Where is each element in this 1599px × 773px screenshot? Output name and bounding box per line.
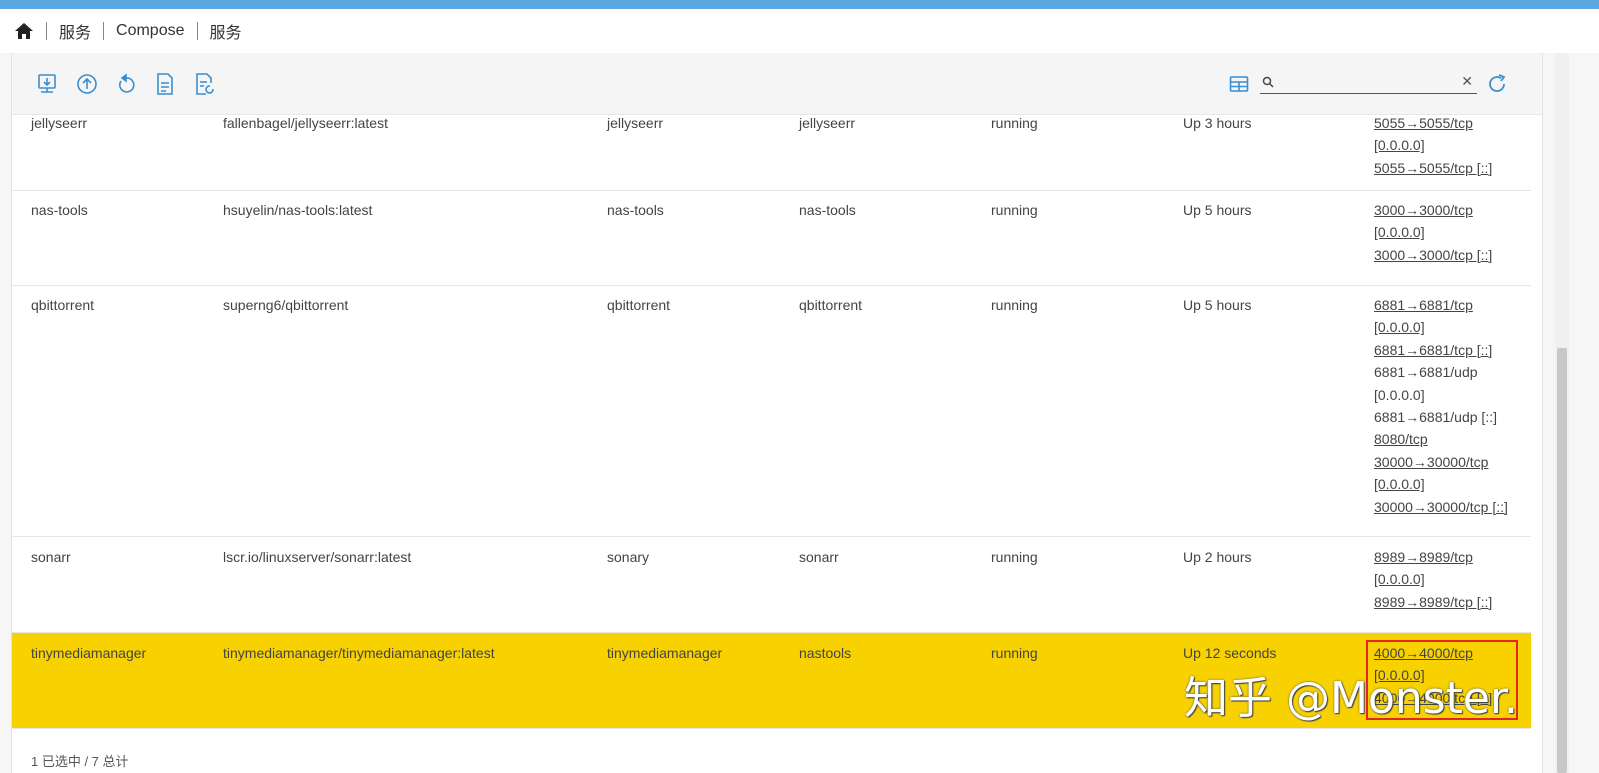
breadcrumb-separator xyxy=(46,22,47,40)
port-link[interactable]: [0.0.0.0] xyxy=(1374,568,1492,590)
port-link[interactable]: 8080/tcp xyxy=(1374,428,1508,450)
port-text: [0.0.0.0] xyxy=(1374,386,1425,403)
cell-state: running xyxy=(991,115,1038,131)
breadcrumb-item-services[interactable]: 服务 xyxy=(59,19,91,43)
cell-image: hsuyelin/nas-tools:latest xyxy=(223,202,373,218)
port-link[interactable]: 3000→3000/tcp [::] xyxy=(1374,244,1492,266)
refresh-icon[interactable] xyxy=(1486,73,1508,95)
cell-service: jellyseerr xyxy=(607,115,664,131)
cell-state: running xyxy=(991,549,1038,565)
table-row[interactable]: nas-tools hsuyelin/nas-tools:latest nas-to… xyxy=(12,190,1531,286)
search-input[interactable] xyxy=(1280,72,1450,92)
cell-name: nas-tools xyxy=(31,202,88,218)
breadcrumb-separator xyxy=(196,22,198,40)
cell-status: Up 2 hours xyxy=(1183,549,1252,565)
search-box: ✕ xyxy=(1260,72,1477,94)
port-link[interactable]: [0.0.0.0] xyxy=(1374,473,1508,495)
cell-state: running xyxy=(991,645,1038,661)
top-accent-bar xyxy=(0,0,1599,9)
cell-status: Up 5 hours xyxy=(1183,297,1252,313)
port-link[interactable]: 8989→8989/tcp xyxy=(1374,546,1492,568)
cell-state: running xyxy=(991,297,1038,313)
clear-icon[interactable]: ✕ xyxy=(1461,73,1473,90)
cell-service: nas-tools xyxy=(607,202,664,218)
cell-state: running xyxy=(991,202,1038,218)
cell-project: jellyseerr xyxy=(799,115,856,131)
cell-service: qbittorrent xyxy=(607,297,671,313)
pull-icon[interactable] xyxy=(36,73,58,95)
cell-service: tinymediamanager xyxy=(607,645,723,661)
cell-ports: 6881→6881/tcp [0.0.0.0] 6881→6881/tcp [::]… xyxy=(1374,294,1508,518)
cell-project: sonarr xyxy=(799,549,839,565)
cell-status: Up 12 seconds xyxy=(1183,645,1277,661)
table-footer: 1 已选中 / 7 总计 xyxy=(12,733,1542,773)
cell-project: qbittorrent xyxy=(799,297,863,313)
port-text: 6881→6881/udp xyxy=(1374,364,1478,381)
up-arrow-circle-icon[interactable] xyxy=(76,73,98,95)
port-link[interactable]: [0.0.0.0] xyxy=(1374,316,1508,338)
cell-image: fallenbagel/jellyseerr:latest xyxy=(223,115,388,131)
restart-icon[interactable] xyxy=(115,73,137,95)
cell-image: superng6/qbittorrent xyxy=(223,297,349,313)
port-link[interactable]: 30000→30000/tcp xyxy=(1374,451,1508,473)
port-link[interactable]: 30000→30000/tcp [::] xyxy=(1374,496,1508,518)
cell-ports: 3000→3000/tcp [0.0.0.0] 3000→3000/tcp [::] xyxy=(1374,199,1492,266)
cell-service: sonary xyxy=(607,549,650,565)
cell-status: Up 3 hours xyxy=(1183,115,1252,131)
table-columns-icon[interactable] xyxy=(1228,73,1250,95)
cell-image: lscr.io/linuxserver/sonarr:latest xyxy=(223,549,412,565)
port-link[interactable]: 3000→3000/tcp xyxy=(1374,199,1492,221)
cell-ports: 5055→5055/tcp [0.0.0.0] 5055→5055/tcp [::] xyxy=(1374,112,1492,179)
breadcrumb-item-compose[interactable]: Compose xyxy=(116,22,184,40)
cell-name: jellyseerr xyxy=(31,115,88,131)
cell-name: qbittorrent xyxy=(31,297,95,313)
table-row[interactable]: sonarr lscr.io/linuxserver/sonarr:latest s… xyxy=(12,537,1531,633)
selection-count: 1 已选中 / 7 总计 xyxy=(31,754,129,769)
cell-project: nastools xyxy=(799,645,852,661)
port-link[interactable]: [0.0.0.0] xyxy=(1374,221,1492,243)
document-refresh-icon[interactable] xyxy=(194,73,216,95)
port-link[interactable]: [0.0.0.0] xyxy=(1374,134,1492,156)
breadcrumb-separator xyxy=(103,22,105,40)
port-text: 6881→6881/udp [::] xyxy=(1374,409,1497,426)
port-link[interactable]: 6881→6881/tcp [::] xyxy=(1374,339,1508,361)
watermark: 知乎 @Monster. xyxy=(1184,673,1519,724)
table-row[interactable]: qbittorrent superng6/qbittorrent qbittorre… xyxy=(12,285,1531,537)
cell-image: tinymediamanager/tinymediamanager:latest xyxy=(223,645,495,661)
cell-name: sonarr xyxy=(31,549,71,565)
breadcrumb: 服务 Compose 服务 xyxy=(0,9,1599,53)
port-link[interactable]: 5055→5055/tcp [::] xyxy=(1374,157,1492,179)
search-icon xyxy=(1262,75,1274,93)
cell-status: Up 5 hours xyxy=(1183,202,1252,218)
cell-name: tinymediamanager xyxy=(31,645,147,661)
cell-project: nas-tools xyxy=(799,202,856,218)
table-row[interactable]: jellyseerr fallenbagel/jellyseerr:latest j… xyxy=(12,105,1531,191)
port-link[interactable]: 5055→5055/tcp xyxy=(1374,112,1492,134)
document-icon[interactable] xyxy=(154,73,176,95)
cell-ports: 8989→8989/tcp [0.0.0.0] 8989→8989/tcp [::] xyxy=(1374,546,1492,613)
port-link[interactable]: 8989→8989/tcp [::] xyxy=(1374,591,1492,613)
scrollbar[interactable] xyxy=(1555,53,1569,773)
breadcrumb-item-current: 服务 xyxy=(209,25,242,42)
port-link[interactable]: 6881→6881/tcp xyxy=(1374,294,1508,316)
scrollbar-thumb[interactable] xyxy=(1557,348,1567,773)
home-icon[interactable] xyxy=(14,21,34,41)
